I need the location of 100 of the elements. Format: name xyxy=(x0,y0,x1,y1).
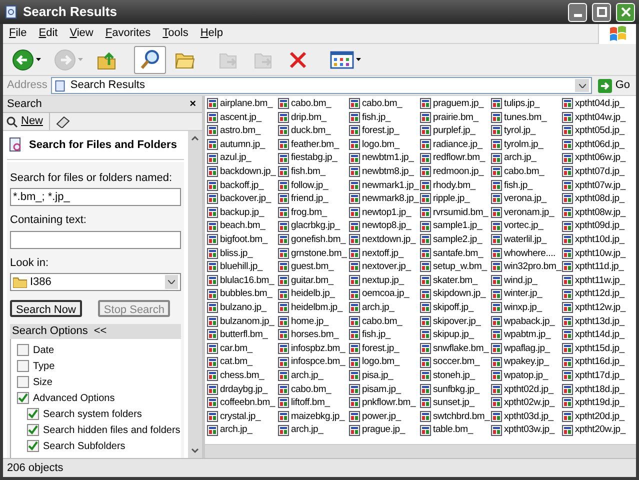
search-result[interactable]: xptht12d.jp_ xyxy=(562,287,633,301)
search-result[interactable]: xptht20w.jp_ xyxy=(562,423,633,437)
search-result[interactable]: newtop1.jp_ xyxy=(349,206,420,220)
search-result[interactable]: bubbles.bm_ xyxy=(207,287,278,301)
search-result[interactable]: oemcoa.jp_ xyxy=(349,287,420,301)
search-result[interactable]: redmoon.jp_ xyxy=(420,164,491,179)
menu-item[interactable]: Edit xyxy=(32,25,64,42)
search-result[interactable]: vortec.jp_ xyxy=(491,219,562,233)
search-result[interactable]: snwflake.bm_ xyxy=(420,342,491,356)
search-result[interactable]: arch.jp_ xyxy=(278,423,349,437)
search-result[interactable]: xptht02d.jp_ xyxy=(491,382,562,396)
search-result[interactable]: xptht02w.jp_ xyxy=(491,396,562,410)
search-result[interactable]: xptht07d.jp_ xyxy=(562,164,633,179)
checkbox[interactable] xyxy=(17,392,29,404)
search-result[interactable]: infospce.bm_ xyxy=(278,355,349,369)
search-result[interactable]: tyrolm.jp_ xyxy=(491,138,562,152)
checkbox[interactable] xyxy=(17,344,29,356)
search-result[interactable]: wpakey.jp_ xyxy=(491,355,562,369)
search-now-button[interactable]: Search Now xyxy=(10,300,82,317)
search-result[interactable]: santafe.bm_ xyxy=(420,246,491,260)
search-result[interactable]: feather.bm_ xyxy=(278,138,349,152)
search-result[interactable]: whowhere.... xyxy=(491,246,562,260)
search-result[interactable]: heidelb.jp_ xyxy=(278,287,349,301)
search-result[interactable]: newbtm8.jp_ xyxy=(349,164,420,179)
search-result[interactable]: horses.bm_ xyxy=(278,328,349,342)
search-result[interactable]: xptht08w.jp_ xyxy=(562,206,633,220)
search-result[interactable]: beach.bm_ xyxy=(207,219,278,233)
search-result[interactable]: xptht06d.jp_ xyxy=(562,138,633,152)
search-result[interactable]: autumn.jp_ xyxy=(207,138,278,152)
search-result[interactable]: skipoff.jp_ xyxy=(420,300,491,314)
search-result[interactable]: nextover.jp_ xyxy=(349,260,420,274)
search-result[interactable]: frog.bm_ xyxy=(278,206,349,220)
search-result[interactable]: fiestabg.jp_ xyxy=(278,151,349,165)
search-result[interactable]: prairie.bm_ xyxy=(420,110,491,124)
search-result[interactable]: skipdown.jp_ xyxy=(420,287,491,301)
look-in-dropdown[interactable]: I386 xyxy=(10,273,181,291)
search-result[interactable]: backoff.jp_ xyxy=(207,178,278,192)
close-button[interactable] xyxy=(616,2,635,22)
search-result[interactable]: forest.jp_ xyxy=(349,342,420,356)
search-result[interactable]: backover.jp_ xyxy=(207,192,278,206)
search-result[interactable]: winxp.jp_ xyxy=(491,300,562,314)
search-result[interactable]: wpaback.jp_ xyxy=(491,314,562,328)
search-result[interactable]: infospbz.bm_ xyxy=(278,342,349,356)
search-result[interactable]: xptht18d.jp_ xyxy=(562,382,633,396)
search-result[interactable]: bigfoot.bm_ xyxy=(207,232,278,247)
search-result[interactable]: xptht04w.jp_ xyxy=(562,110,633,124)
search-result[interactable]: chess.bm_ xyxy=(207,368,278,382)
search-result[interactable]: pisam.jp_ xyxy=(349,382,420,396)
search-result[interactable]: bulzanom.jp_ xyxy=(207,314,278,328)
search-result[interactable]: guitar.bm_ xyxy=(278,274,349,288)
search-result[interactable]: fish.bm_ xyxy=(278,164,349,179)
go-button[interactable]: Go xyxy=(596,77,632,94)
search-result[interactable]: fish.jp_ xyxy=(491,178,562,192)
search-result[interactable]: crystal.jp_ xyxy=(207,410,278,424)
search-result[interactable]: arch.jp_ xyxy=(207,423,278,437)
checkbox[interactable] xyxy=(27,408,39,420)
search-result[interactable]: rhody.bm_ xyxy=(420,178,491,192)
search-result[interactable]: bliss.jp_ xyxy=(207,246,278,260)
menu-item[interactable]: View xyxy=(64,25,100,42)
search-result[interactable]: xptht16d.jp_ xyxy=(562,355,633,369)
checkbox[interactable] xyxy=(17,376,29,388)
search-result[interactable]: xptht19d.jp_ xyxy=(562,396,633,410)
search-result[interactable]: xptht09d.jp_ xyxy=(562,219,633,233)
toolbar-button[interactable] xyxy=(134,46,166,74)
menu-item[interactable]: File xyxy=(3,25,33,42)
search-result[interactable]: xptht03w.jp_ xyxy=(491,423,562,437)
search-result[interactable]: radiance.jp_ xyxy=(420,138,491,152)
search-result[interactable]: verona.jp_ xyxy=(491,192,562,206)
search-result[interactable]: glacrbkg.jp_ xyxy=(278,219,349,233)
search-result[interactable]: ascent.jp_ xyxy=(207,110,278,124)
search-result[interactable]: xptht10d.jp_ xyxy=(562,232,633,247)
search-result[interactable]: xptht08d.jp_ xyxy=(562,192,633,206)
checkbox[interactable] xyxy=(27,424,39,436)
search-result[interactable]: sunset.jp_ xyxy=(420,396,491,410)
search-result[interactable]: xptht04d.jp_ xyxy=(562,97,633,111)
search-result[interactable]: skipup.jp_ xyxy=(420,328,491,342)
search-result[interactable]: winter.jp_ xyxy=(491,287,562,301)
menu-item[interactable]: Tools xyxy=(156,25,194,42)
search-result[interactable]: sample2.jp_ xyxy=(420,232,491,247)
search-result[interactable]: cabo.bm_ xyxy=(349,97,420,111)
search-result[interactable]: xptht15d.jp_ xyxy=(562,342,633,356)
search-result[interactable]: fish.jp_ xyxy=(349,110,420,124)
search-result[interactable]: setup_w.bm_ xyxy=(420,260,491,274)
search-result[interactable]: ripple.jp_ xyxy=(420,192,491,206)
search-result[interactable]: praguem.jp_ xyxy=(420,97,491,111)
text-field[interactable] xyxy=(10,230,181,248)
search-result[interactable]: drip.bm_ xyxy=(278,110,349,124)
search-result[interactable]: prague.jp_ xyxy=(349,423,420,437)
maximize-button[interactable] xyxy=(592,2,611,22)
checkbox[interactable] xyxy=(27,440,39,452)
search-result[interactable]: backdown.jp_ xyxy=(207,164,278,179)
search-result[interactable]: newbtm1.jp_ xyxy=(349,151,420,165)
search-result[interactable]: redflowr.bm_ xyxy=(420,151,491,165)
search-result[interactable]: backup.jp_ xyxy=(207,206,278,220)
search-result[interactable]: gonefish.bm_ xyxy=(278,232,349,247)
search-result[interactable]: forest.jp_ xyxy=(349,124,420,138)
search-result[interactable]: xptht03d.jp_ xyxy=(491,410,562,424)
search-result[interactable]: rvrsumid.bm_ xyxy=(420,206,491,220)
search-result[interactable]: xptht12w.jp_ xyxy=(562,300,633,314)
search-result[interactable]: swtchbrd.bm_ xyxy=(420,410,491,424)
